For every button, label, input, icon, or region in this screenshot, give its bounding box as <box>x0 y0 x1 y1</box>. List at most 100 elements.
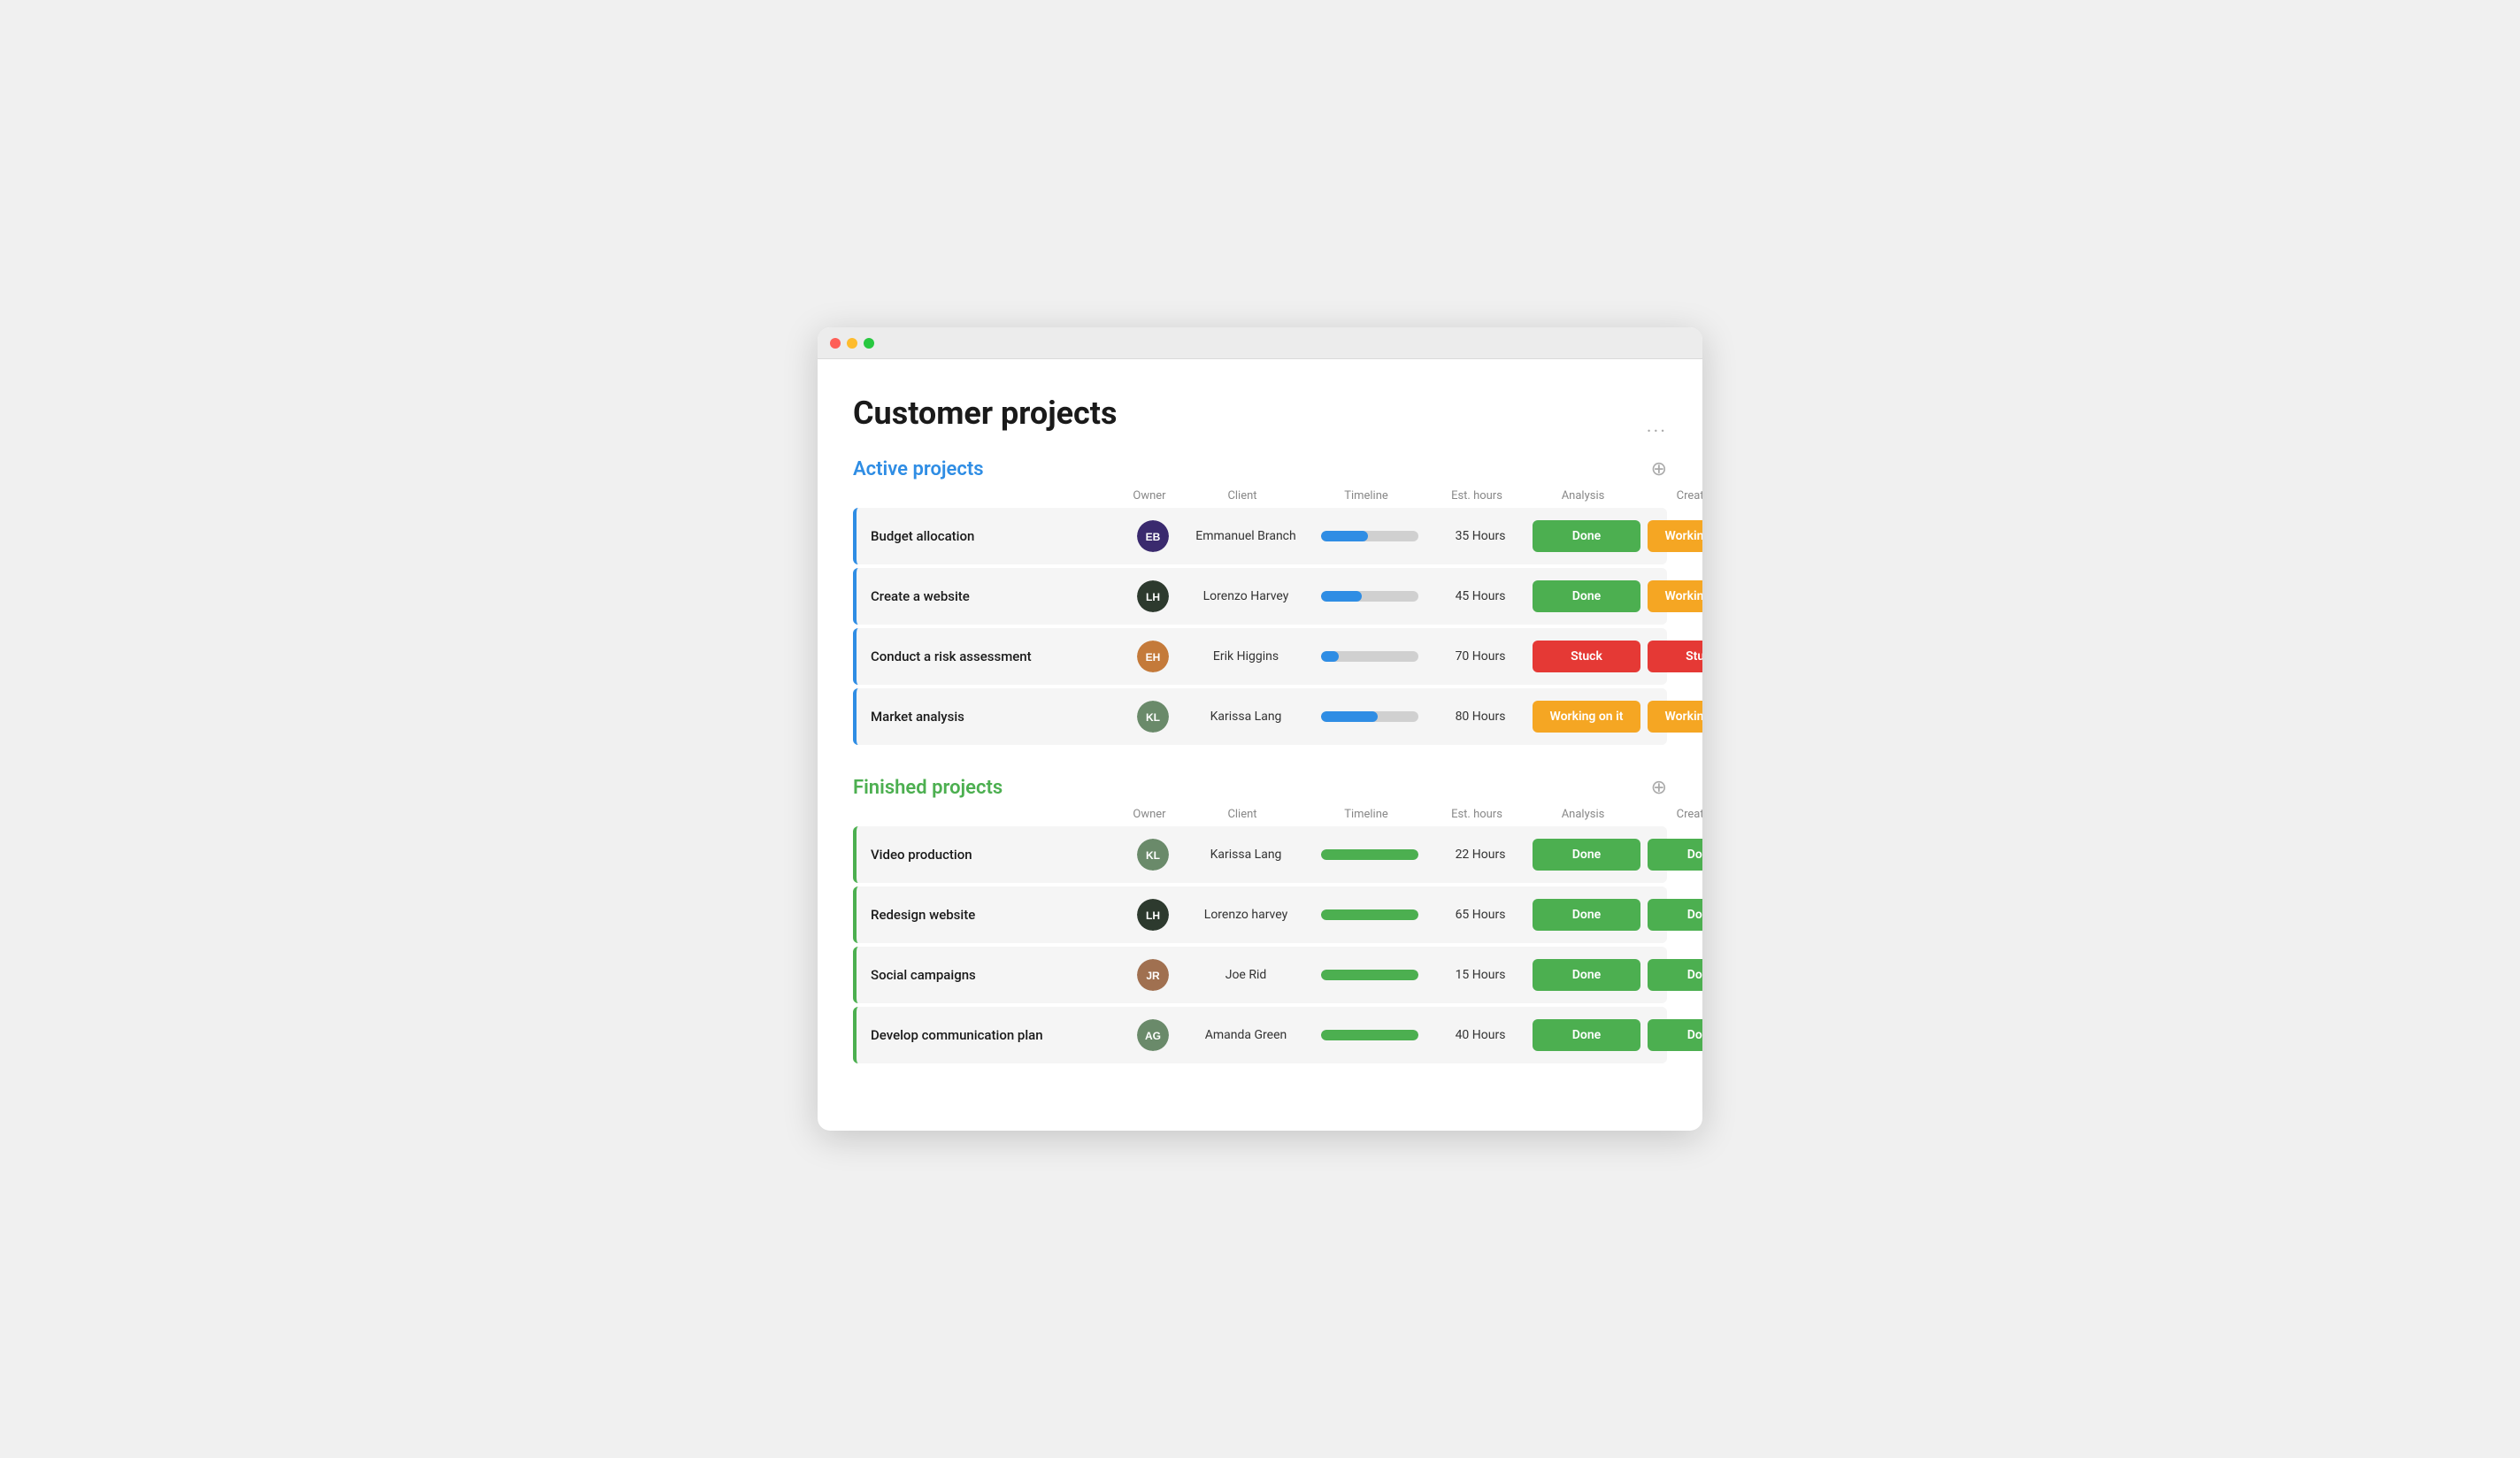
creation-status-badge: Working on it <box>1648 520 1702 552</box>
table-row[interactable]: Create a website LH Lorenzo Harvey 45 Ho… <box>853 568 1667 625</box>
active-col-headers: Owner Client Timeline Est. hours Analysi… <box>853 489 1667 508</box>
creation-status-badge: Working on it <box>1648 580 1702 612</box>
avatar: EH <box>1137 641 1169 672</box>
fcol-analysis: Analysis <box>1525 808 1640 821</box>
timeline-cell <box>1308 849 1432 860</box>
timeline-cell <box>1308 1030 1432 1040</box>
analysis-status-badge: Done <box>1533 580 1640 612</box>
svg-text:EB: EB <box>1146 531 1161 543</box>
avatar: AG <box>1137 1019 1169 1051</box>
analysis-status-badge: Done <box>1533 1019 1640 1051</box>
avatar: LH <box>1137 580 1169 612</box>
active-projects-section: Active projects ⊕ Owner Client Timeline … <box>853 458 1667 745</box>
avatar: KL <box>1137 839 1169 871</box>
finished-projects-section: Finished projects ⊕ Owner Client Timelin… <box>853 777 1667 1063</box>
timeline-bar-fill <box>1321 849 1418 860</box>
close-dot[interactable] <box>830 338 841 349</box>
table-row[interactable]: Market analysis KL Karissa Lang 80 Hours… <box>853 688 1667 745</box>
col-client: Client <box>1180 489 1304 503</box>
client-name: Amanda Green <box>1184 1028 1308 1042</box>
active-section-header: Active projects ⊕ <box>853 458 1667 480</box>
timeline-bar-bg <box>1321 531 1418 541</box>
analysis-status-badge: Done <box>1533 839 1640 871</box>
timeline-cell <box>1308 531 1432 541</box>
table-row[interactable]: Social campaigns JR Joe Rid 15 Hours Don… <box>853 947 1667 1003</box>
project-name: Market analysis <box>857 709 1122 725</box>
timeline-bar-bg <box>1321 1030 1418 1040</box>
table-row[interactable]: Video production KL Karissa Lang 22 Hour… <box>853 826 1667 883</box>
timeline-bar-fill <box>1321 591 1362 602</box>
client-name: Karissa Lang <box>1184 848 1308 862</box>
svg-text:LH: LH <box>1146 591 1160 603</box>
col-creation: Creation <box>1640 489 1702 503</box>
timeline-bar-bg <box>1321 909 1418 920</box>
active-rows-container: Budget allocation EB Emmanuel Branch 35 … <box>853 508 1667 745</box>
client-name: Lorenzo Harvey <box>1184 589 1308 603</box>
est-hours: 70 Hours <box>1432 649 1529 664</box>
table-row[interactable]: Redesign website LH Lorenzo harvey 65 Ho… <box>853 886 1667 943</box>
client-name: Joe Rid <box>1184 968 1308 982</box>
svg-text:KL: KL <box>1146 711 1160 724</box>
col-analysis: Analysis <box>1525 489 1640 503</box>
timeline-bar-bg <box>1321 651 1418 662</box>
analysis-status-badge: Done <box>1533 520 1640 552</box>
project-name: Video production <box>857 847 1122 863</box>
creation-status-badge: Working on it <box>1648 701 1702 733</box>
client-name: Karissa Lang <box>1184 710 1308 724</box>
timeline-bar-bg <box>1321 711 1418 722</box>
project-name: Redesign website <box>857 907 1122 923</box>
finished-section-title: Finished projects <box>853 777 1003 799</box>
active-section-title: Active projects <box>853 458 984 480</box>
est-hours: 65 Hours <box>1432 908 1529 922</box>
finished-table: Owner Client Timeline Est. hours Analysi… <box>853 808 1667 1063</box>
active-table: Owner Client Timeline Est. hours Analysi… <box>853 489 1667 745</box>
fcol-client: Client <box>1180 808 1304 821</box>
analysis-status-badge: Stuck <box>1533 641 1640 672</box>
timeline-bar-bg <box>1321 591 1418 602</box>
timeline-bar-bg <box>1321 849 1418 860</box>
more-options-button[interactable]: ··· <box>1647 421 1667 443</box>
timeline-bar-fill <box>1321 1030 1418 1040</box>
fcol-timeline: Timeline <box>1304 808 1428 821</box>
client-name: Lorenzo harvey <box>1184 908 1308 922</box>
svg-text:AG: AG <box>1145 1030 1161 1042</box>
svg-text:KL: KL <box>1146 849 1160 862</box>
timeline-bar-fill <box>1321 651 1339 662</box>
table-row[interactable]: Conduct a risk assessment EH Erik Higgin… <box>853 628 1667 685</box>
timeline-cell <box>1308 711 1432 722</box>
fcol-owner: Owner <box>1118 808 1180 821</box>
timeline-bar-fill <box>1321 970 1418 980</box>
avatar: EB <box>1137 520 1169 552</box>
finished-rows-container: Video production KL Karissa Lang 22 Hour… <box>853 826 1667 1063</box>
timeline-bar-bg <box>1321 970 1418 980</box>
finished-section-add-button[interactable]: ⊕ <box>1651 777 1667 799</box>
timeline-bar-fill <box>1321 909 1418 920</box>
creation-status-badge: Done <box>1648 899 1702 931</box>
analysis-status-badge: Done <box>1533 899 1640 931</box>
col-timeline: Timeline <box>1304 489 1428 503</box>
table-row[interactable]: Develop communication plan AG Amanda Gre… <box>853 1007 1667 1063</box>
est-hours: 80 Hours <box>1432 710 1529 724</box>
maximize-dot[interactable] <box>864 338 874 349</box>
project-name: Develop communication plan <box>857 1027 1122 1043</box>
col-owner: Owner <box>1118 489 1180 503</box>
analysis-status-badge: Done <box>1533 959 1640 991</box>
minimize-dot[interactable] <box>847 338 857 349</box>
est-hours: 22 Hours <box>1432 848 1529 862</box>
avatar: JR <box>1137 959 1169 991</box>
project-name: Social campaigns <box>857 967 1122 983</box>
app-window: Customer projects ··· Active projects ⊕ … <box>818 327 1702 1131</box>
project-name: Budget allocation <box>857 528 1122 544</box>
col-name <box>853 489 1118 503</box>
col-esthours: Est. hours <box>1428 489 1525 503</box>
active-section-add-button[interactable]: ⊕ <box>1651 458 1667 480</box>
creation-status-badge: Done <box>1648 959 1702 991</box>
analysis-status-badge: Working on it <box>1533 701 1640 733</box>
creation-status-badge: Stuck <box>1648 641 1702 672</box>
avatar: LH <box>1137 899 1169 931</box>
main-content: Customer projects ··· Active projects ⊕ … <box>818 359 1702 1131</box>
table-row[interactable]: Budget allocation EB Emmanuel Branch 35 … <box>853 508 1667 564</box>
svg-text:JR: JR <box>1146 970 1160 982</box>
page-title: Customer projects <box>853 395 1667 432</box>
timeline-cell <box>1308 909 1432 920</box>
